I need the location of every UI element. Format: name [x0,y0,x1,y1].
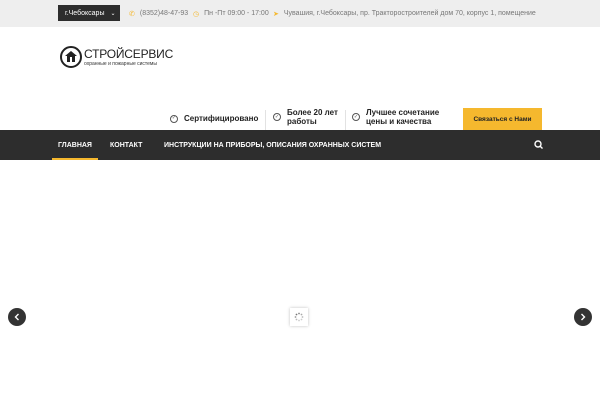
chevron-left-icon [14,313,19,321]
feature-text: Лучшее сочетание [366,108,440,117]
chevron-right-icon [581,313,586,321]
logo-title: СТРОЙСЕРВИС [84,47,174,61]
feature-text-line2: работы [287,117,317,126]
nav-item-home[interactable]: ГЛАВНАЯ [52,130,98,160]
address-info: ➤ Чувашия, г.Чебоксары, пр. Тракторостро… [273,8,536,19]
slider-next-button[interactable] [574,308,592,326]
slider-prev-button[interactable] [8,308,26,326]
logo-house-icon [60,46,82,68]
phone-text: (8352)48-47-93 [139,10,189,17]
main-nav: ГЛАВНАЯ КОНТАКТ ИНСТРУКЦИИ НА ПРИБОРЫ, О… [0,130,600,160]
phone-info: ✆ (8352)48-47-93 [129,8,188,19]
check-circle-icon: ✓ [352,113,360,121]
contact-us-button[interactable]: Связаться с Нами [463,108,542,130]
check-circle-icon: ✓ [273,113,281,121]
clock-icon: ◷ [193,10,200,18]
search-icon[interactable] [532,138,546,152]
feature-text: Сертифицировано [184,114,259,123]
page: г.Чебоксары ⌄ ✆ (8352)48-47-93 ◷ Пн -Пт … [0,0,600,400]
logo[interactable]: СТРОЙСЕРВИС охранные и пожарные системы [60,46,173,70]
feature-text-block: Более 20 лет работы [287,108,338,126]
hours-info: ◷ Пн -Пт 09:00 - 17:00 [193,8,269,19]
divider [345,110,346,130]
phone-icon: ✆ [129,10,135,18]
address-text: Чувашия, г.Чебоксары, пр. Тракторостроит… [283,10,536,17]
feature-text-block: Лучшее сочетание цены и качества [366,108,439,126]
nav-item-instructions[interactable]: ИНСТРУКЦИИ НА ПРИБОРЫ, ОПИСАНИЯ ОХРАННЫХ… [164,130,381,160]
feature-text: Более 20 лет [287,108,338,117]
location-arrow-icon: ➤ [273,10,279,18]
logo-subtitle: охранные и пожарные системы [84,61,157,67]
check-circle-icon: ✓ [170,114,178,123]
nav-item-contact[interactable]: КОНТАКТ [110,130,142,160]
divider [265,110,266,130]
spinner-icon [290,308,308,326]
city-label: г.Чебоксары [65,9,105,17]
chevron-down-icon: ⌄ [110,10,116,17]
feature-experience: ✓ Более 20 лет работы [273,108,338,126]
feature-text-line2: цены и качества [366,117,432,126]
city-selector[interactable]: г.Чебоксары ⌄ [58,5,120,21]
top-bar: г.Чебоксары ⌄ ✆ (8352)48-47-93 ◷ Пн -Пт … [0,0,600,27]
feature-certified: ✓ Сертифицировано [170,114,258,123]
feature-quality: ✓ Лучшее сочетание цены и качества [352,108,439,126]
hours-text: Пн -Пт 09:00 - 17:00 [204,10,269,17]
